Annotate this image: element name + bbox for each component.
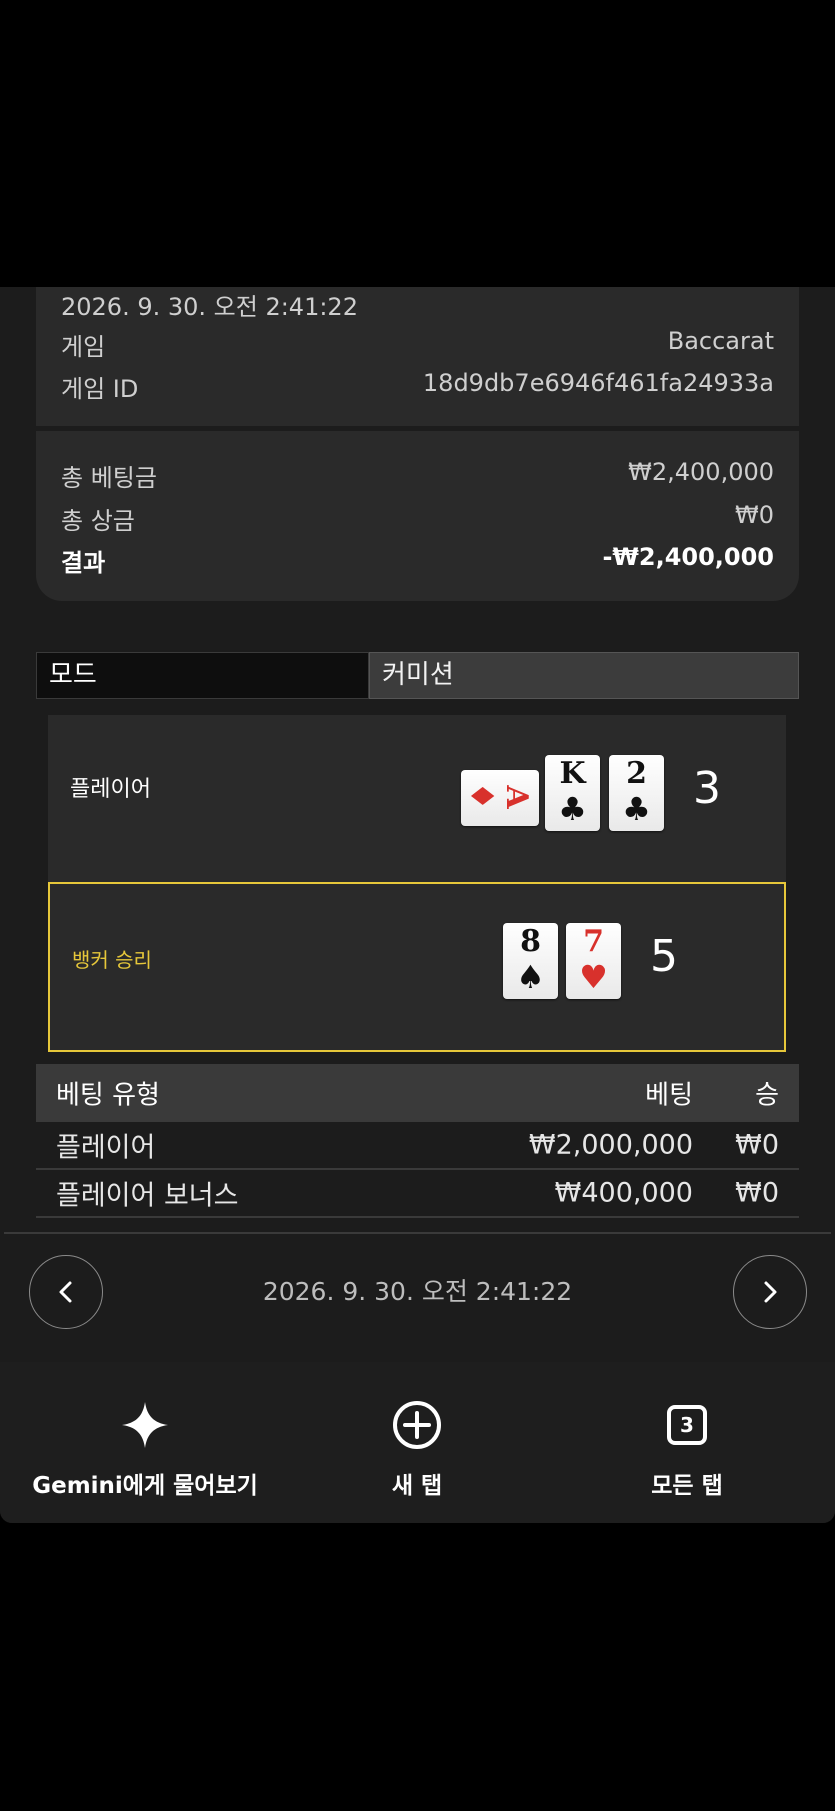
bet-amount: ₩400,000	[554, 1177, 693, 1209]
game-id-label: 게임 ID	[61, 375, 139, 403]
details-datetime: 2026. 9. 30. 오전 2:41:22	[61, 293, 358, 321]
win-amount: ₩0	[735, 1129, 779, 1161]
header-win: 승	[755, 1080, 779, 1111]
table-row: 플레이어 ₩2,000,000 ₩0	[36, 1122, 799, 1170]
game-value: Baccarat	[667, 327, 774, 355]
gemini-button[interactable]: Gemini에게 물어보기	[6, 1362, 284, 1523]
info-tabs: 모드 커미션	[36, 652, 799, 699]
bet-amount: ₩2,000,000	[528, 1129, 693, 1161]
tab-count: 3	[667, 1405, 707, 1445]
player-hand-label: 플레이어	[70, 777, 151, 802]
bet-type: 플레이어 보너스	[56, 1180, 239, 1212]
player-card-1: A ♦	[461, 770, 539, 826]
card-rank: 7	[583, 924, 604, 959]
total-win-row: 총 상금 ₩0	[61, 501, 774, 536]
all-tabs-label: 모든 탭	[651, 1473, 723, 1499]
card-rank: 2	[626, 756, 647, 791]
player-card-3: 2 ♣	[609, 755, 664, 831]
game-history-screen: 2026. 9. 30. 오전 2:41:22 게임 Baccarat 게임 I…	[0, 287, 835, 1523]
total-bet-label: 총 베팅금	[61, 464, 157, 492]
banker-score: 5	[650, 931, 678, 982]
result-label: 결과	[61, 549, 106, 577]
gemini-label: Gemini에게 물어보기	[32, 1473, 258, 1499]
game-id-value: 18d9db7e6946f461fa24933a	[422, 369, 774, 397]
game-row: 게임 Baccarat	[61, 327, 774, 362]
spade-icon: ♠	[516, 958, 545, 996]
details-datetime-row: 2026. 9. 30. 오전 2:41:22	[61, 287, 774, 322]
all-tabs-button[interactable]: 3 모든 탭	[548, 1362, 826, 1523]
result-row: 결과 -₩2,400,000	[61, 543, 774, 578]
game-details-card: 2026. 9. 30. 오전 2:41:22 게임 Baccarat 게임 I…	[36, 287, 799, 426]
player-score: 3	[693, 763, 721, 814]
banker-card-1: 8 ♠	[503, 923, 558, 999]
total-win-value: ₩0	[735, 501, 774, 529]
diamond-icon: ♦	[463, 781, 501, 811]
chevron-right-icon	[764, 1281, 777, 1303]
game-label: 게임	[61, 333, 106, 361]
sparkle-icon	[118, 1398, 172, 1452]
header-bet-type: 베팅 유형	[56, 1080, 160, 1111]
player-hand: 플레이어 A ♦ K ♣ 2 ♣ 3	[48, 715, 786, 885]
tab-count-icon: 3	[660, 1398, 714, 1452]
tab-mode[interactable]: 모드	[36, 652, 369, 699]
browser-bottom-bar: Gemini에게 물어보기 새 탭 3 모든 탭	[0, 1362, 835, 1523]
club-icon: ♣	[558, 790, 587, 828]
history-navigation: 2026. 9. 30. 오전 2:41:22	[0, 1234, 835, 1362]
card-rank: 8	[520, 924, 541, 959]
plus-circle-icon	[390, 1398, 444, 1452]
new-tab-label: 새 탭	[391, 1473, 443, 1499]
nav-datetime: 2026. 9. 30. 오전 2:41:22	[262, 1277, 573, 1306]
banker-card-2: 7 ♥	[566, 923, 621, 999]
card-rank: K	[559, 756, 586, 791]
tab-commission[interactable]: 커미션	[369, 652, 799, 699]
win-amount: ₩0	[735, 1177, 779, 1209]
bet-type: 플레이어	[56, 1132, 156, 1164]
game-id-row: 게임 ID 18d9db7e6946f461fa24933a	[61, 369, 774, 404]
banker-hand: 뱅커 승리 8 ♠ 7 ♥ 5	[48, 882, 786, 1052]
next-button[interactable]	[733, 1255, 807, 1329]
total-bet-row: 총 베팅금 ₩2,400,000	[61, 458, 774, 493]
club-icon: ♣	[622, 790, 651, 828]
card-rank: A	[499, 785, 534, 809]
total-bet-value: ₩2,400,000	[628, 458, 774, 486]
result-value: -₩2,400,000	[602, 543, 774, 571]
header-bet: 베팅	[645, 1080, 693, 1111]
bets-table-header: 베팅 유형 베팅 승	[36, 1064, 799, 1122]
player-card-2: K ♣	[545, 755, 600, 831]
heart-icon: ♥	[579, 958, 608, 996]
banker-hand-label: 뱅커 승리	[72, 948, 152, 972]
table-row: 플레이어 보너스 ₩400,000 ₩0	[36, 1170, 799, 1218]
new-tab-button[interactable]: 새 탭	[278, 1362, 556, 1523]
total-win-label: 총 상금	[61, 507, 135, 535]
totals-card: 총 베팅금 ₩2,400,000 총 상금 ₩0 결과 -₩2,400,000	[36, 431, 799, 601]
